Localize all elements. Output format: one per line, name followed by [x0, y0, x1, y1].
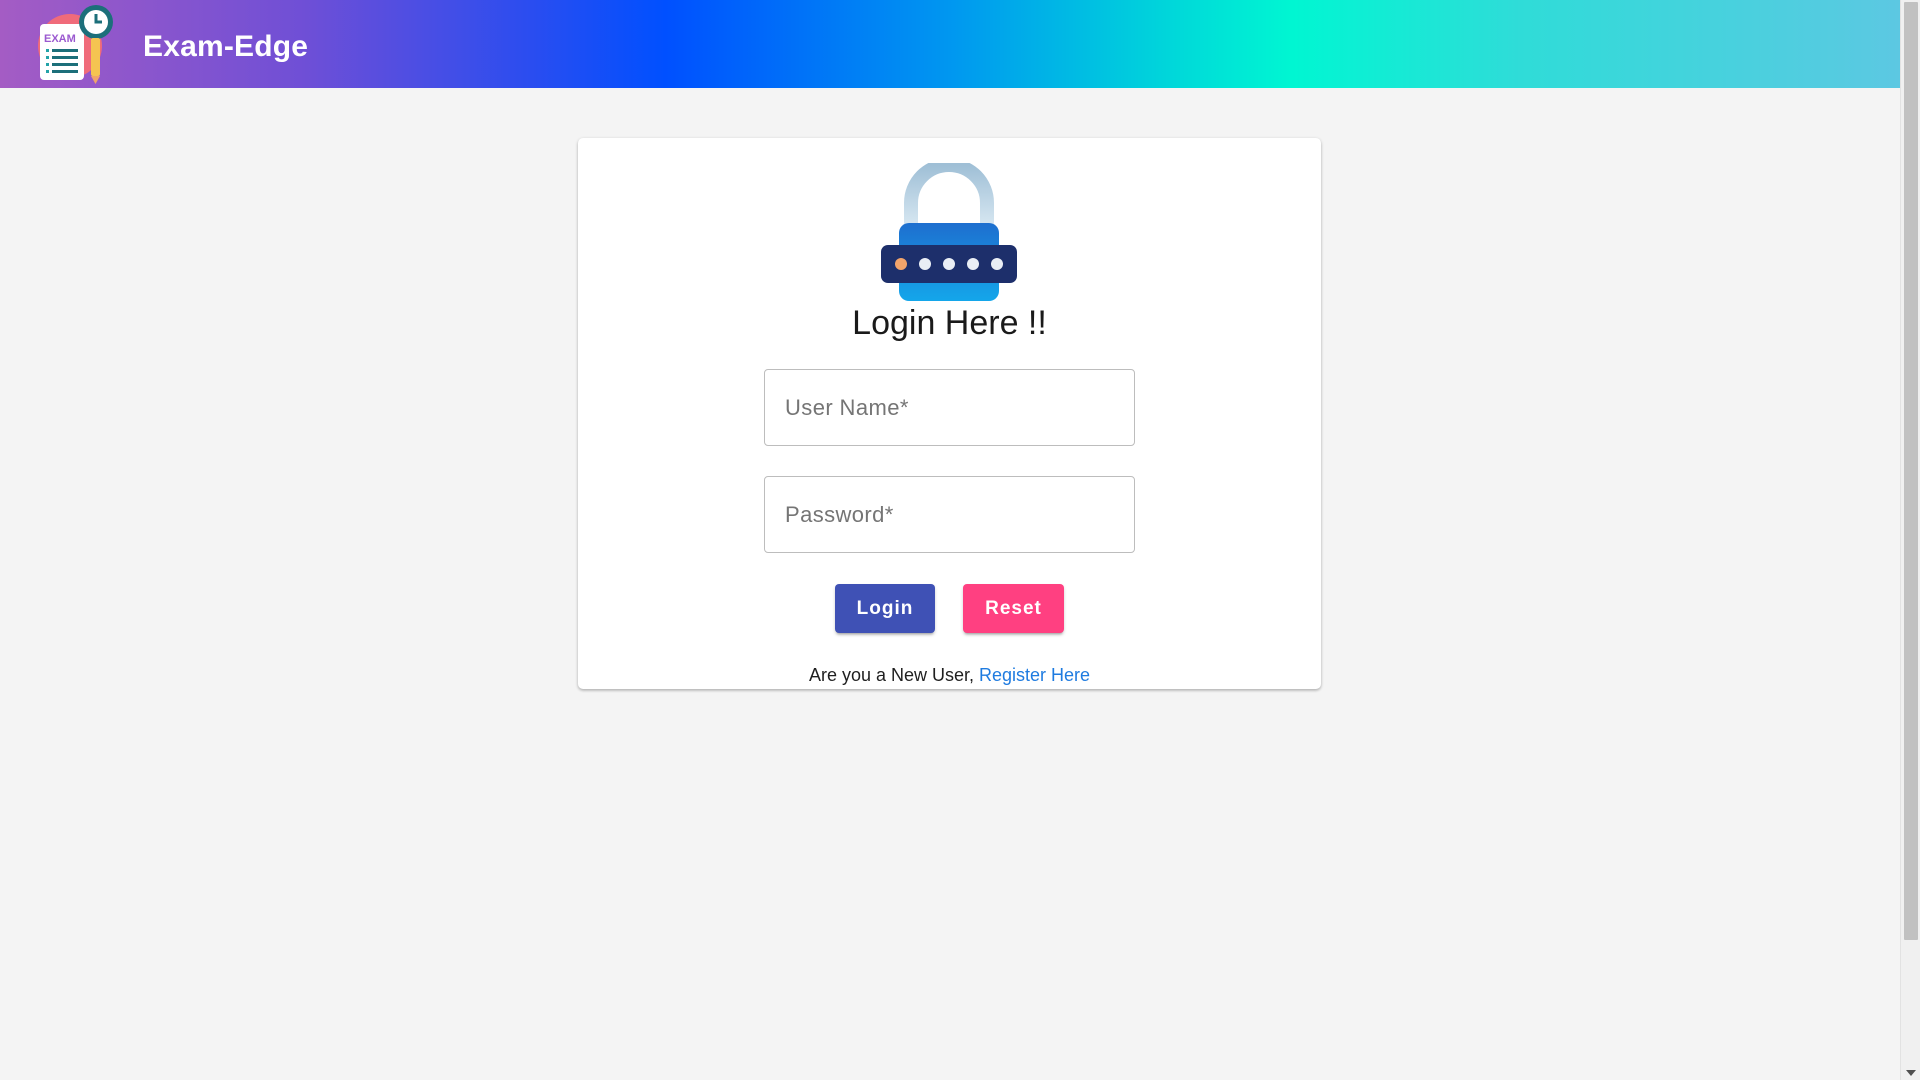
login-button[interactable]: Login	[835, 584, 935, 633]
scrollbar-thumb[interactable]	[1904, 2, 1918, 940]
register-link[interactable]: Register Here	[979, 665, 1090, 685]
register-prompt: Are you a New User, Register Here	[578, 665, 1321, 686]
app-header: EXAM Exam-Edge	[0, 0, 1900, 88]
login-card: Login Here !! Login Reset Are you a New …	[578, 138, 1321, 689]
register-prompt-text: Are you a New User,	[808, 665, 980, 685]
login-title: Login Here !!	[852, 304, 1047, 342]
exam-logo-icon: EXAM	[38, 5, 113, 84]
logo-text: EXAM	[44, 33, 76, 45]
password-input[interactable]	[764, 476, 1135, 553]
reset-button[interactable]: Reset	[963, 584, 1064, 633]
padlock-icon	[881, 163, 1017, 301]
login-page: EXAM Exam-Edge Login Here !! User Name* …	[0, 0, 1920, 1080]
scroll-down-arrow-icon[interactable]	[1906, 1070, 1916, 1076]
app-title: Exam-Edge	[143, 30, 309, 63]
username-input[interactable]	[764, 369, 1135, 446]
vertical-scrollbar[interactable]	[1900, 0, 1920, 1080]
